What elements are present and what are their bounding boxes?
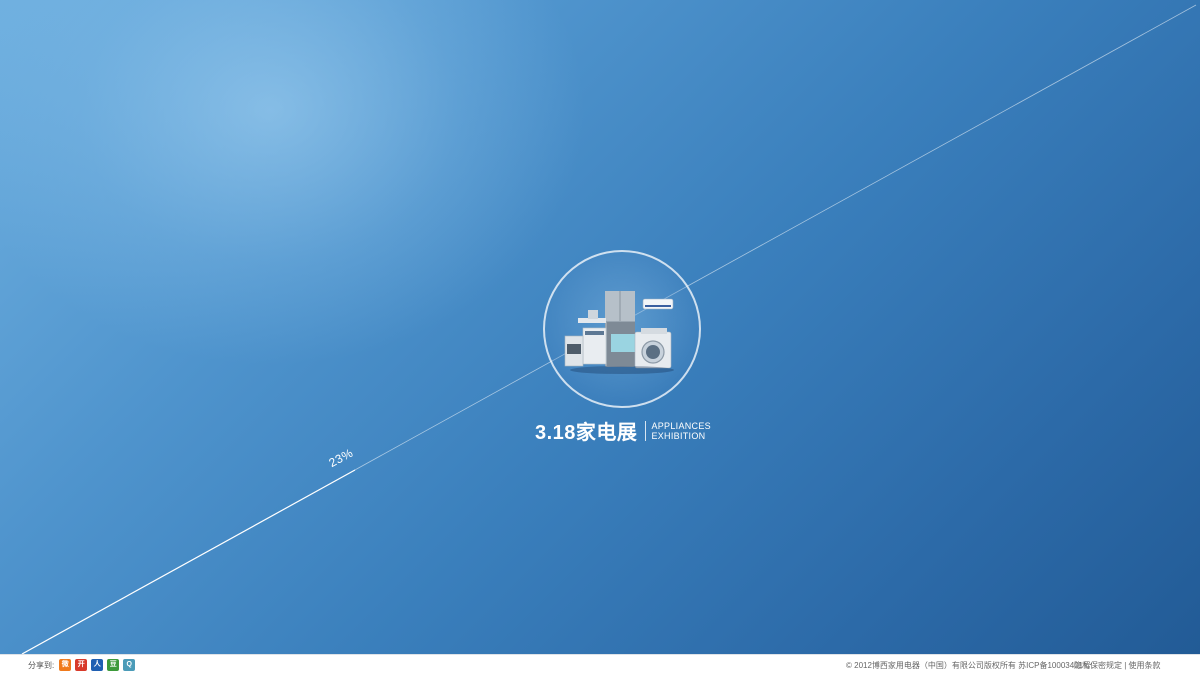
event-title-main: 3.18家电展 bbox=[535, 422, 638, 444]
event-subtitle-line2: EXHIBITION bbox=[651, 430, 706, 441]
loading-stage: 23% 3.18家电展 APPLIANCES EXHIBITION bbox=[0, 0, 1200, 654]
appliances-logo-circle bbox=[543, 250, 701, 408]
share-qq-button[interactable]: Q bbox=[123, 659, 136, 671]
share-renren-button[interactable]: 人 bbox=[91, 659, 104, 671]
footer: 分享到: 微 开 人 豆 Q © 2012博西家用电器（中国）有限公司版权所有 … bbox=[0, 654, 1200, 675]
footer-link-separator: | bbox=[1124, 661, 1127, 670]
event-subtitle-line1: APPLIANCES bbox=[651, 420, 711, 431]
terms-link[interactable]: 使用条款 bbox=[1129, 661, 1161, 670]
share-weibo-button[interactable]: 微 bbox=[59, 659, 72, 671]
privacy-link[interactable]: 隐私保密规定 bbox=[1074, 661, 1122, 670]
appliances-illustration bbox=[564, 291, 674, 374]
footer-links: 隐私保密规定 | 使用条款 bbox=[1074, 660, 1161, 671]
event-subtitle: APPLIANCES EXHIBITION bbox=[651, 421, 711, 441]
progress-line-fill bbox=[21, 469, 356, 654]
share-douban-button[interactable]: 豆 bbox=[107, 659, 120, 671]
share-bar: 分享到: 微 开 人 豆 Q bbox=[28, 659, 139, 671]
copyright-text: © 2012博西家用电器（中国）有限公司版权所有 苏ICP备10003401号. bbox=[846, 661, 1094, 670]
title-divider bbox=[645, 420, 647, 441]
share-kaixin-button[interactable]: 开 bbox=[75, 659, 88, 671]
share-label: 分享到: bbox=[28, 660, 55, 670]
event-title: 3.18家电展 APPLIANCES EXHIBITION bbox=[535, 416, 711, 445]
